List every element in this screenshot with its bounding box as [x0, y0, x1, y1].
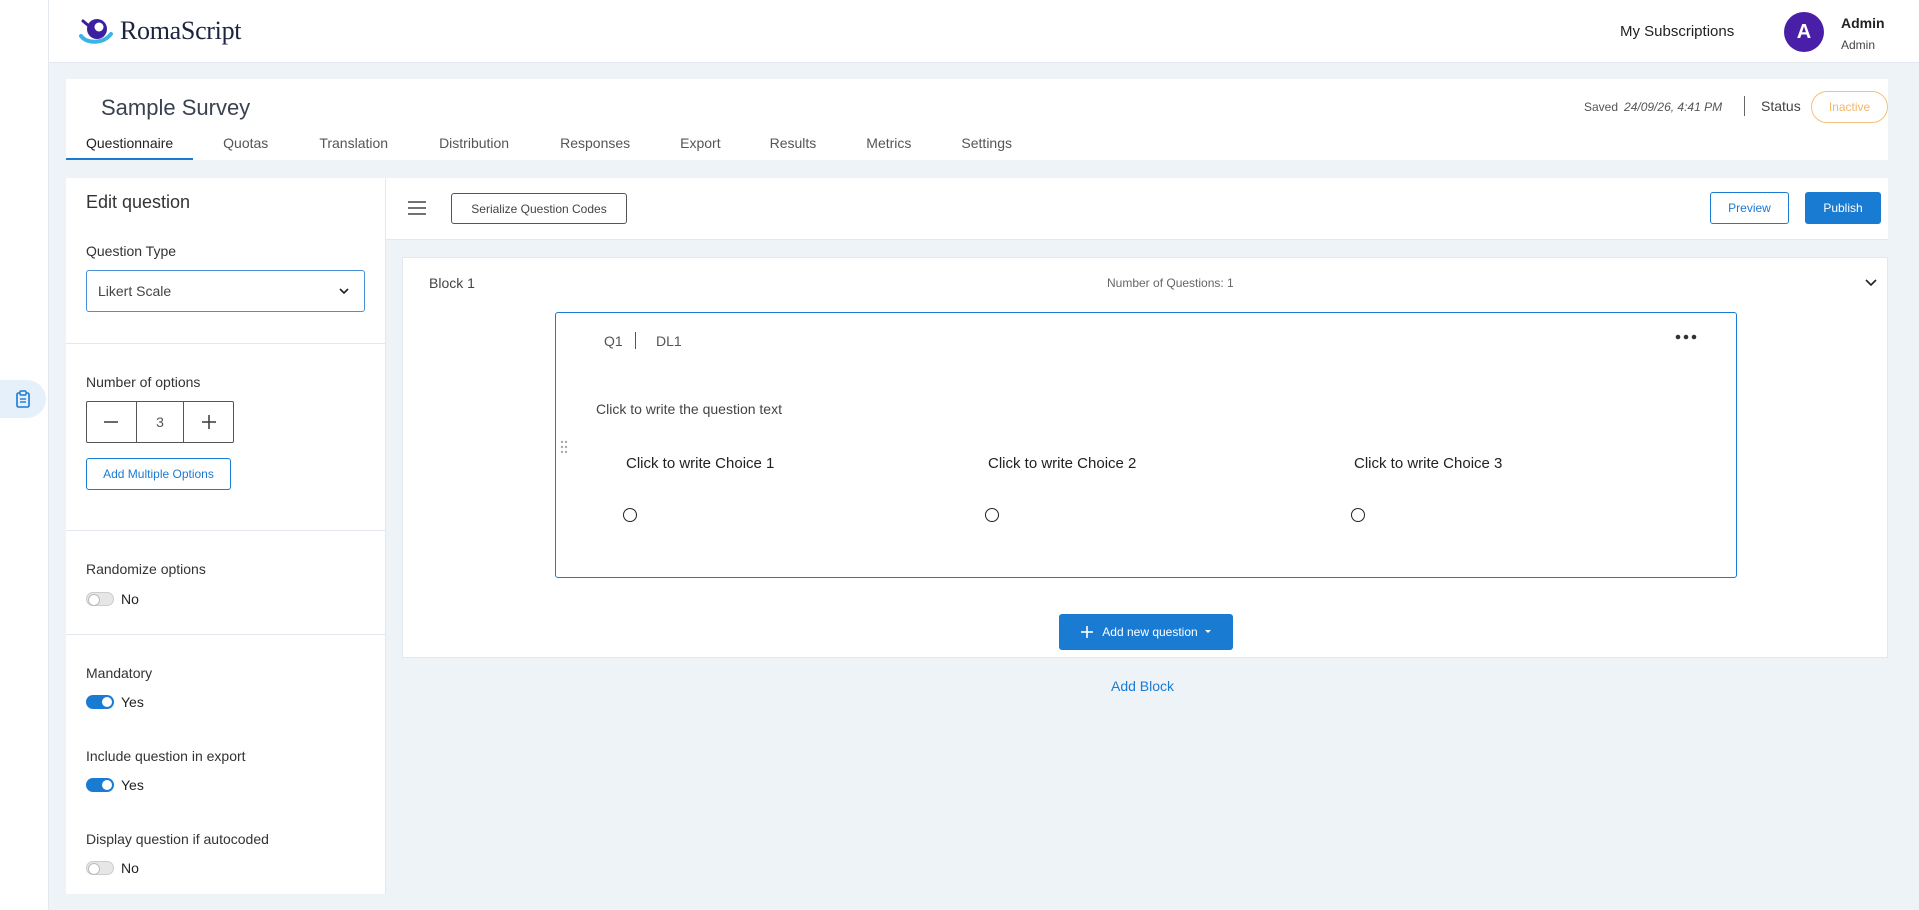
nav-questionnaire[interactable] — [0, 380, 46, 418]
question-dl[interactable]: DL1 — [656, 333, 682, 349]
question-more-button[interactable] — [1675, 327, 1697, 345]
drag-handle[interactable] — [559, 440, 569, 459]
divider — [635, 332, 636, 349]
add-question-label: Add new question — [1102, 625, 1198, 639]
tab-settings[interactable]: Settings — [931, 132, 1032, 160]
survey-titlebar: Sample Survey Saved 24/09/26, 4:41 PM Sta… — [66, 79, 1888, 160]
left-rail — [0, 0, 49, 910]
add-question-button[interactable]: Add new question — [1059, 614, 1233, 650]
my-subscriptions-link[interactable]: My Subscriptions — [1620, 23, 1734, 40]
top-header: RomaScript My Subscriptions A Admin Admi… — [49, 0, 1919, 63]
logo-text: RomaScript — [120, 16, 242, 45]
num-options-label: Number of options — [86, 374, 201, 390]
increment-button[interactable] — [184, 402, 233, 442]
question-type-value: Likert Scale — [98, 283, 172, 299]
block-title[interactable]: Block 1 — [429, 275, 475, 291]
user-role: Admin — [1841, 38, 1876, 52]
collapse-block-button[interactable] — [1864, 275, 1878, 294]
include-export-toggle[interactable] — [86, 778, 114, 792]
status-badge[interactable]: Inactive — [1811, 91, 1888, 123]
tab-questionnaire[interactable]: Questionnaire — [66, 132, 194, 160]
display-autocoded-value: No — [121, 860, 139, 876]
serialize-codes-button[interactable]: Serialize Question Codes — [451, 193, 627, 224]
choice-label-3[interactable]: Click to write Choice 3 — [1354, 455, 1502, 472]
question-type-select[interactable]: Likert Scale — [86, 270, 365, 312]
include-export-label: Include question in export — [86, 748, 246, 764]
question-count: Number of Questions: 1 — [1107, 276, 1234, 290]
saved-time: 24/09/26, 4:41 PM — [1624, 100, 1723, 114]
caret-down-icon — [1204, 630, 1211, 633]
num-options-value[interactable]: 3 — [135, 402, 185, 442]
status-label: Status — [1761, 98, 1801, 114]
question-card[interactable]: Q1 DL1 Click to write the question text … — [555, 312, 1737, 578]
add-multiple-options-button[interactable]: Add Multiple Options — [86, 458, 231, 490]
logo[interactable]: RomaScript — [77, 14, 242, 48]
mandatory-toggle[interactable] — [86, 695, 114, 709]
question-block: Block 1 Number of Questions: 1 Q1 DL1 Cl… — [402, 257, 1888, 658]
choice-radio-1[interactable] — [623, 508, 637, 522]
tab-results[interactable]: Results — [741, 132, 837, 160]
tab-export[interactable]: Export — [650, 132, 740, 160]
plus-icon — [201, 415, 216, 429]
add-block-link[interactable]: Add Block — [1111, 678, 1174, 694]
more-horizontal-icon — [1675, 334, 1697, 340]
divider — [66, 343, 385, 344]
edit-question-panel: Edit question Question Type Likert Scale… — [66, 178, 386, 894]
tab-translation[interactable]: Translation — [288, 132, 408, 160]
plus-icon — [1081, 626, 1094, 638]
randomize-value: No — [121, 591, 139, 607]
tab-responses[interactable]: Responses — [529, 132, 650, 160]
decrement-button[interactable] — [87, 402, 136, 442]
choice-label-1[interactable]: Click to write Choice 1 — [626, 455, 774, 472]
chevron-down-icon — [339, 288, 349, 295]
divider — [66, 634, 385, 635]
include-export-value: Yes — [121, 777, 144, 793]
saved-label: Saved — [1584, 100, 1619, 114]
chevron-down-icon — [1865, 279, 1877, 287]
mandatory-value: Yes — [121, 694, 144, 710]
clipboard-icon — [16, 390, 30, 408]
page-title: Sample Survey — [101, 95, 251, 120]
minus-icon — [104, 421, 119, 423]
hamburger-icon — [408, 201, 426, 215]
tab-distribution[interactable]: Distribution — [408, 132, 529, 160]
quantity-stepper: 3 — [86, 401, 234, 443]
publish-button[interactable]: Publish — [1805, 192, 1881, 224]
editor-toolbar: Serialize Question Codes Preview Publish — [386, 178, 1888, 240]
mandatory-label: Mandatory — [86, 665, 153, 681]
divider — [1744, 96, 1745, 116]
question-code[interactable]: Q1 — [604, 333, 623, 349]
tab-metrics[interactable]: Metrics — [836, 132, 931, 160]
choice-radio-2[interactable] — [985, 508, 999, 522]
question-text[interactable]: Click to write the question text — [596, 401, 782, 417]
panel-title: Edit question — [86, 192, 191, 212]
question-type-label: Question Type — [86, 243, 177, 259]
saved-indicator: Saved 24/09/26, 4:41 PM — [1584, 100, 1722, 114]
tab-quotas[interactable]: Quotas — [193, 132, 288, 160]
logo-mark-icon — [79, 19, 113, 44]
menu-button[interactable] — [407, 200, 427, 221]
display-autocoded-label: Display question if autocoded — [86, 831, 269, 847]
randomize-toggle[interactable] — [86, 592, 114, 606]
display-autocoded-toggle[interactable] — [86, 861, 114, 875]
randomize-label: Randomize options — [86, 561, 206, 577]
preview-button[interactable]: Preview — [1710, 192, 1789, 224]
choice-label-2[interactable]: Click to write Choice 2 — [988, 455, 1136, 472]
user-name: Admin — [1841, 15, 1885, 31]
tab-bar: Questionnaire Quotas Translation Distrib… — [66, 132, 1032, 160]
drag-handle-icon — [560, 440, 568, 454]
divider — [66, 530, 385, 531]
avatar[interactable]: A — [1784, 12, 1824, 52]
choice-radio-3[interactable] — [1351, 508, 1365, 522]
